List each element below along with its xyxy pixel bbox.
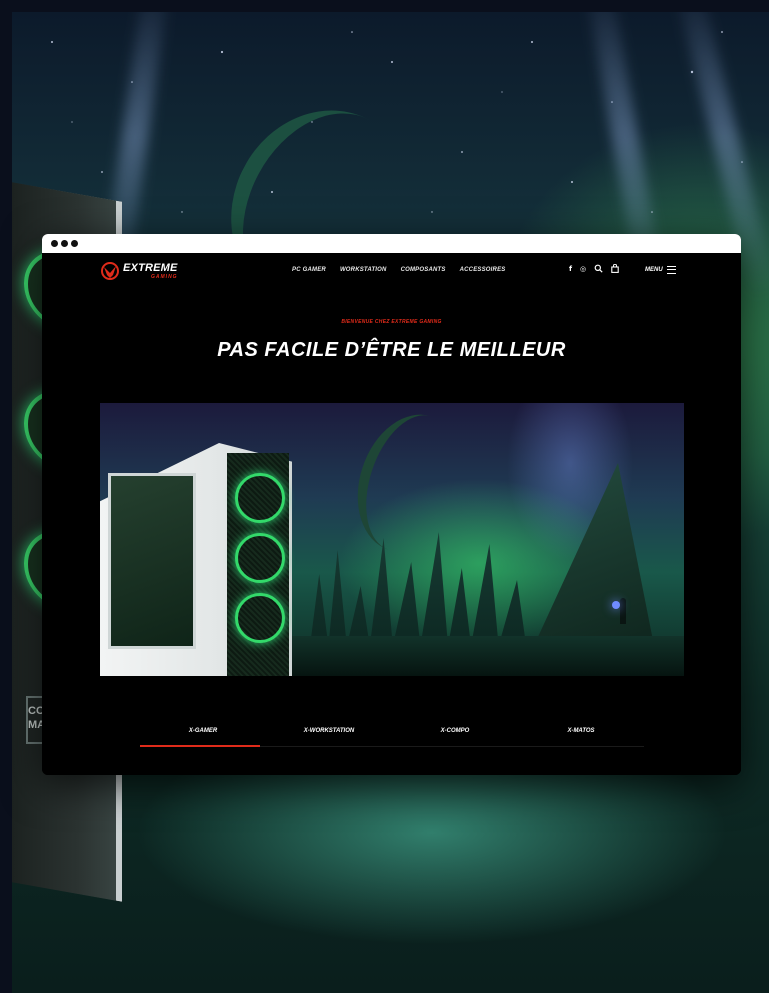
nav-link-pc-gamer[interactable]: PC GAMER: [292, 267, 326, 273]
warrior-figure: [620, 598, 626, 624]
nav-link-composants[interactable]: COMPOSANTS: [401, 267, 446, 273]
hero-banner-image: [100, 403, 684, 676]
main-menu: PC GAMER WORKSTATION COMPOSANTS ACCESSOI…: [292, 267, 505, 273]
dragon-logo-icon: [101, 262, 119, 280]
pc-front-mesh: [227, 453, 289, 676]
alien-arch: [340, 403, 480, 566]
category-tabs: X-GAMER X-WORKSTATION X-COMPO X-MATOS: [140, 719, 644, 747]
blue-glow: [612, 601, 620, 609]
bag-icon[interactable]: [611, 264, 619, 273]
menu-label: MENU: [645, 267, 663, 273]
top-navigation: EXTREME GAMING PC GAMER WORKSTATION COMP…: [42, 253, 741, 289]
tab-x-compo[interactable]: X-COMPO: [392, 719, 518, 746]
menu-button[interactable]: MENU: [645, 266, 676, 274]
brand-name: EXTREME: [123, 262, 178, 274]
fan-ring: [235, 533, 285, 583]
search-icon[interactable]: [594, 264, 603, 273]
window-dot-icon[interactable]: [71, 240, 78, 247]
nav-link-accessoires[interactable]: ACCESSOIRES: [460, 267, 506, 273]
tab-x-workstation[interactable]: X-WORKSTATION: [266, 719, 392, 746]
instagram-icon[interactable]: ◎: [580, 265, 586, 273]
website-page: EXTREME GAMING PC GAMER WORKSTATION COMP…: [42, 253, 741, 775]
browser-titlebar: [42, 234, 741, 253]
brand-logo[interactable]: EXTREME GAMING: [100, 261, 178, 281]
nav-icon-group: f ◎: [569, 264, 619, 273]
window-dot-icon[interactable]: [51, 240, 58, 247]
tab-x-matos[interactable]: X-MATOS: [518, 719, 644, 746]
hamburger-icon: [666, 266, 676, 274]
tab-x-gamer[interactable]: X-GAMER: [140, 719, 266, 747]
pc-glass-panel: [108, 473, 196, 649]
hero-headline: PAS FACILE D’ÊTRE LE MEILLEUR: [217, 339, 566, 361]
nav-link-workstation[interactable]: WORKSTATION: [340, 267, 387, 273]
hero-eyebrow: BIENVENUE CHEZ EXTREME GAMING: [341, 319, 442, 325]
fan-ring: [235, 473, 285, 523]
browser-window: EXTREME GAMING PC GAMER WORKSTATION COMP…: [42, 234, 741, 775]
window-dot-icon[interactable]: [61, 240, 68, 247]
brand-subname: GAMING: [151, 274, 178, 280]
facebook-icon[interactable]: f: [569, 265, 572, 273]
fan-ring: [235, 593, 285, 643]
